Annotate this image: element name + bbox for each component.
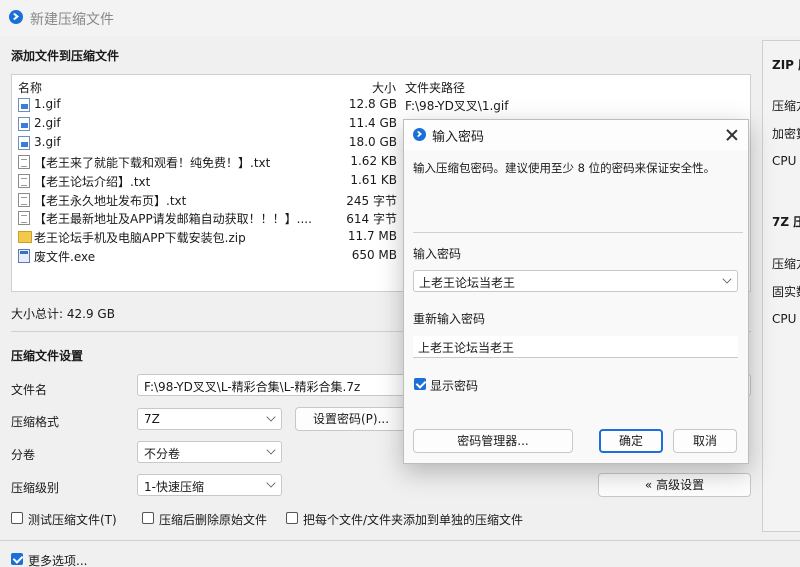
chevron-down-icon xyxy=(266,478,276,488)
7z-method-label: 压缩方 xyxy=(772,257,800,271)
file-path: F:\98-YD叉叉\1.gif xyxy=(405,99,509,113)
separate-archives-label[interactable]: 把每个文件/文件夹添加到单独的压缩文件 xyxy=(303,511,523,528)
dialog-description: 输入压缩包密码。建议使用至少 8 位的密码来保证安全性。 xyxy=(413,161,716,175)
separate-archives-checkbox[interactable] xyxy=(286,512,298,524)
zip-cpu-label: CPU 线 xyxy=(772,154,800,168)
total-size: 大小总计: 42.9 GB xyxy=(11,307,115,321)
dialog-title: 输入密码 xyxy=(432,130,485,145)
split-select[interactable]: 不分卷 xyxy=(137,441,282,463)
7z-cpu-label: CPU 线 xyxy=(772,312,800,326)
advanced-panel: ZIP 压 压缩方 加密算 CPU 线 7Z 压 压缩方 固实数 CPU 线 xyxy=(762,40,800,532)
settings-heading: 压缩文件设置 xyxy=(11,349,84,363)
more-options-checkbox[interactable] xyxy=(11,553,23,565)
file-name: 【老王来了就能下载和观看！纯免费！】.txt xyxy=(34,156,271,170)
chevron-down-icon xyxy=(266,445,276,455)
format-value: 7Z xyxy=(144,412,160,426)
level-value: 1-快速压缩 xyxy=(144,480,204,494)
test-archive-checkbox[interactable] xyxy=(11,512,23,524)
image-file-icon xyxy=(18,117,30,131)
file-size: 11.7 MB xyxy=(347,229,397,243)
zip-method-label: 压缩方 xyxy=(772,99,800,113)
ok-button[interactable]: 确定 xyxy=(599,429,663,453)
divider xyxy=(413,232,743,233)
file-name: 废文件.exe xyxy=(34,250,96,264)
confirm-password-input[interactable]: 上老王论坛当老王 xyxy=(413,336,738,358)
image-file-icon xyxy=(18,98,30,112)
file-name: 3.gif xyxy=(34,135,61,149)
exe-file-icon xyxy=(18,249,30,263)
column-header-path[interactable]: 文件夹路径 xyxy=(405,79,465,96)
text-file-icon xyxy=(18,174,30,188)
filename-label: 文件名 xyxy=(11,383,48,397)
file-name: 【老王论坛介绍】.txt xyxy=(34,175,151,189)
file-size: 245 字节 xyxy=(346,194,397,208)
file-size: 1.61 KB xyxy=(350,173,397,187)
split-value: 不分卷 xyxy=(144,447,181,461)
format-label: 压缩格式 xyxy=(11,415,60,429)
password-value: 上老王论坛当老王 xyxy=(419,276,516,290)
7z-settings-heading: 7Z 压 xyxy=(772,215,800,229)
file-name: 1.gif xyxy=(34,97,61,111)
app-logo-icon xyxy=(9,10,23,24)
test-archive-label[interactable]: 测试压缩文件(T) xyxy=(28,511,117,528)
confirm-password-value: 上老王论坛当老王 xyxy=(418,341,515,355)
show-password-checkbox[interactable] xyxy=(414,378,426,390)
dialog-title-bar: 输入密码 xyxy=(404,120,748,150)
file-name: 老王论坛手机及电脑APP下载安装包.zip xyxy=(34,231,246,245)
zip-settings-heading: ZIP 压 xyxy=(772,58,800,72)
zip-encryption-label: 加密算 xyxy=(772,127,800,141)
advanced-settings-button[interactable]: « 高级设置 xyxy=(598,473,751,497)
column-header-name[interactable]: 名称 xyxy=(18,79,42,96)
add-files-heading: 添加文件到压缩文件 xyxy=(11,49,120,63)
zip-folder-icon xyxy=(18,231,32,243)
file-name: 【老王最新地址及APP请发邮箱自动获取！！！】.... xyxy=(34,212,312,226)
level-label: 压缩级别 xyxy=(11,481,60,495)
password-input[interactable]: 上老王论坛当老王 xyxy=(413,270,738,292)
confirm-password-label: 重新输入密码 xyxy=(413,312,486,326)
password-label: 输入密码 xyxy=(413,247,462,261)
text-file-icon xyxy=(18,211,30,225)
file-size: 650 MB xyxy=(351,248,397,262)
format-select[interactable]: 7Z xyxy=(137,408,282,430)
app-logo-icon xyxy=(413,128,426,141)
delete-after-checkbox[interactable] xyxy=(142,512,154,524)
column-header-size[interactable]: 大小 xyxy=(372,79,396,96)
image-file-icon xyxy=(18,136,30,150)
7z-solid-label: 固实数 xyxy=(772,285,800,299)
more-options-label[interactable]: 更多选项... xyxy=(28,552,87,567)
close-icon[interactable] xyxy=(726,129,738,141)
divider xyxy=(0,540,800,541)
text-file-icon xyxy=(18,155,30,169)
file-row[interactable]: 1.gif 12.8 GB F:\98-YD叉叉\1.gif xyxy=(12,96,752,114)
file-size: 12.8 GB xyxy=(348,97,397,111)
level-select[interactable]: 1-快速压缩 xyxy=(137,474,282,496)
file-size: 18.0 GB xyxy=(348,135,397,149)
file-size: 11.4 GB xyxy=(348,116,397,130)
file-size: 1.62 KB xyxy=(350,154,397,168)
file-size: 614 字节 xyxy=(346,212,397,226)
text-file-icon xyxy=(18,193,30,207)
file-name: 2.gif xyxy=(34,116,61,130)
chevron-down-icon[interactable] xyxy=(722,274,732,284)
title-bar: 新建压缩文件 xyxy=(0,0,800,36)
split-label: 分卷 xyxy=(11,448,36,462)
password-manager-button[interactable]: 密码管理器... xyxy=(413,429,573,453)
show-password-label[interactable]: 显示密码 xyxy=(430,377,478,394)
password-dialog: 输入密码 输入压缩包密码。建议使用至少 8 位的密码来保证安全性。 输入密码 上… xyxy=(403,119,749,464)
filename-value: F:\98-YD叉叉\L-精彩合集\L-精彩合集.7z xyxy=(144,380,361,394)
file-name: 【老王永久地址发布页】.txt xyxy=(34,194,187,208)
set-password-button[interactable]: 设置密码(P)... xyxy=(295,407,407,431)
cancel-button[interactable]: 取消 xyxy=(673,429,737,453)
delete-after-label[interactable]: 压缩后删除原始文件 xyxy=(159,511,267,528)
chevron-down-icon xyxy=(266,412,276,422)
window-title: 新建压缩文件 xyxy=(30,12,114,28)
